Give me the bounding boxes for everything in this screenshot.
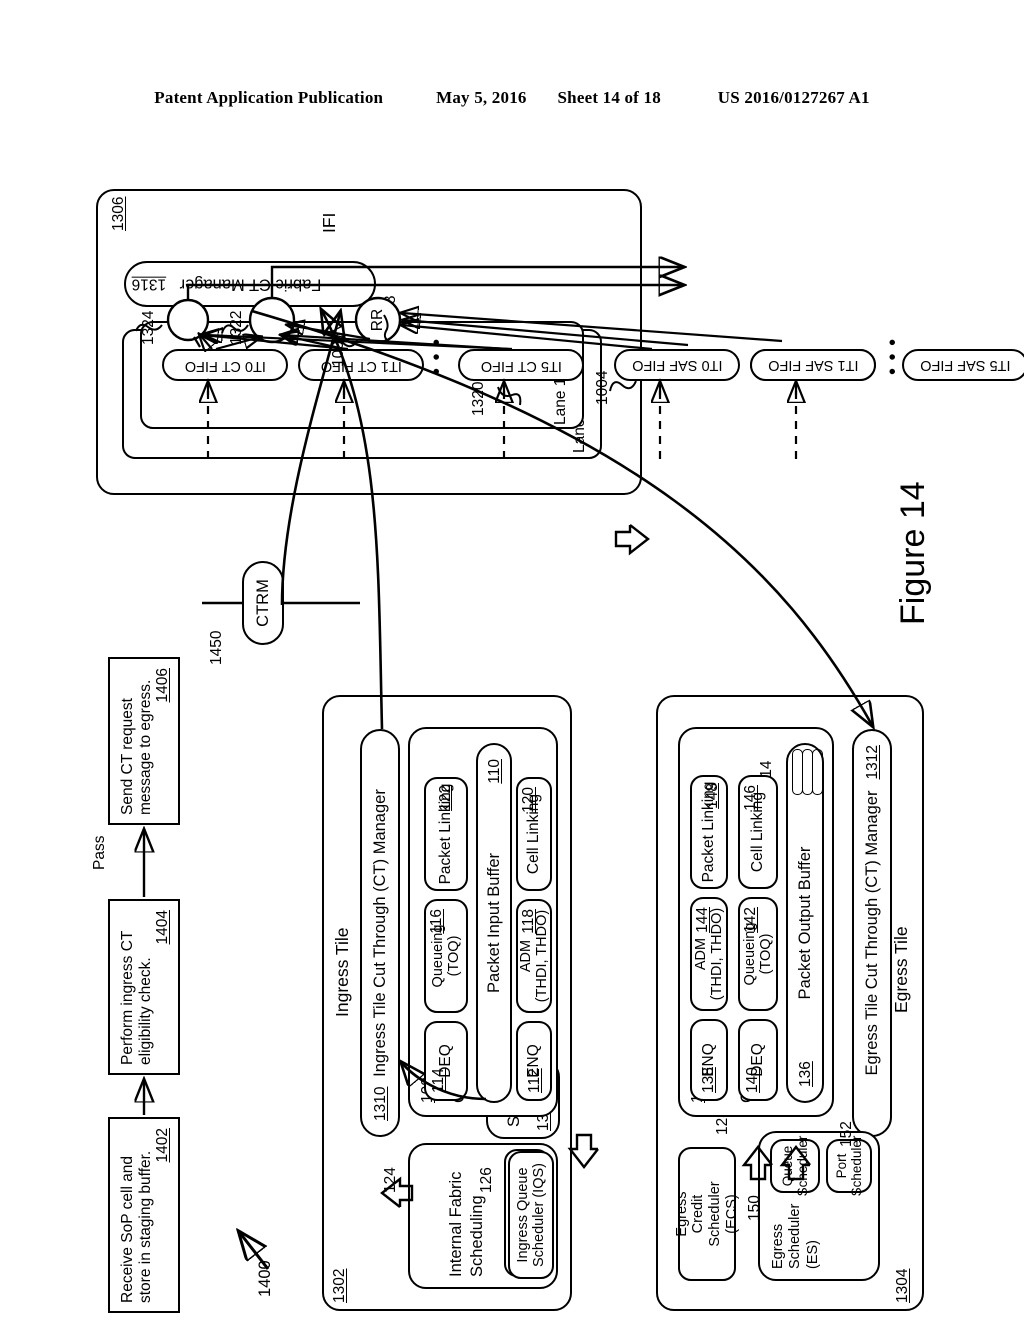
hollow-arrow-ingress-in: [567, 1133, 599, 1169]
mux-node-1322-ref: 1322: [228, 310, 245, 345]
saf-fifo-it5: IT5 SAF FIFO: [902, 349, 1024, 381]
publication-label: Patent Application Publication: [154, 88, 384, 107]
leader-1004: [609, 380, 637, 392]
publication-date: May 5, 2016: [436, 88, 527, 107]
page-header: Patent Application Publication May 5, 20…: [0, 88, 1024, 108]
lane-wire-a: [186, 283, 638, 300]
saf-fifo-it1: IT1 SAF FIFO: [750, 349, 876, 381]
mux-node-1324-ref: 1324: [140, 310, 157, 345]
figure-canvas: Receive SoP cell and store in staging bu…: [82, 175, 1024, 1325]
hollow-arrow-egress-out: [741, 1145, 811, 1181]
wire-staging-to-ctmgr: [402, 1063, 487, 1101]
hollow-arrow-lane-out: [614, 524, 650, 556]
sheet-number: Sheet 14 of 18: [557, 88, 661, 107]
figure-ref-arrow: [240, 1233, 270, 1270]
saf-fifo-it5-label: IT5 SAF FIFO: [919, 357, 1011, 374]
lane-wire-b: [270, 265, 638, 298]
saf-fifo-ref-1004: 1004: [594, 370, 611, 405]
rr-node-ref-1006: 1006: [330, 332, 347, 367]
ct0-to-mux1324: [200, 335, 212, 349]
mux-node-1324: [166, 298, 210, 342]
connector-overlay: [82, 175, 942, 1270]
wire-ingress-ctmgr-to-fabric: [322, 311, 384, 730]
patent-number: US 2016/0127267 A1: [717, 88, 870, 107]
saf-fifo-ellipsis: • • •: [882, 337, 904, 375]
fifo-input-feeds: [206, 387, 798, 459]
saf-fifo-it1-label: IT1 SAF FIFO: [767, 357, 859, 374]
hollow-arrow-ingress-up: [380, 1176, 414, 1208]
rr-node-label: RR: [369, 308, 387, 332]
